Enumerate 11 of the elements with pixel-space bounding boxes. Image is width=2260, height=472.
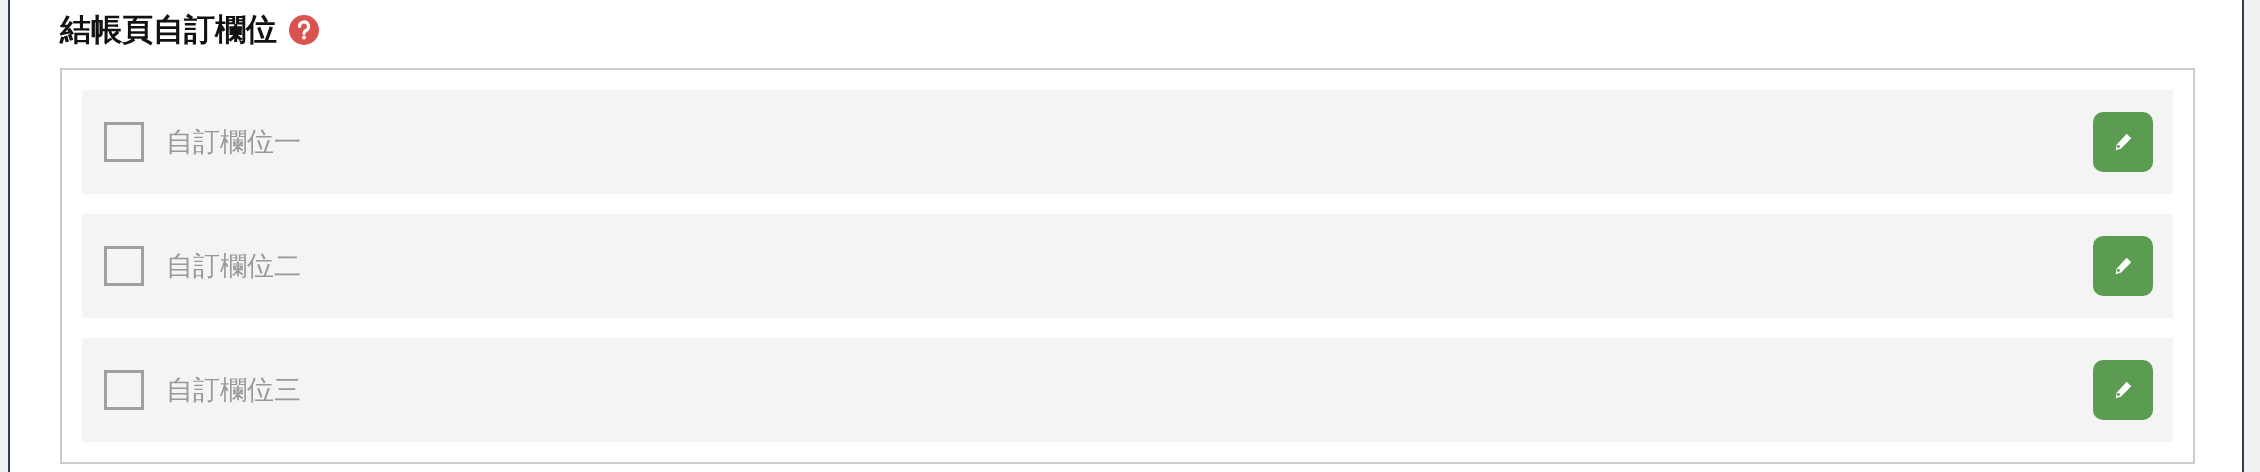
- field-label: 自訂欄位三: [166, 373, 301, 407]
- edit-button[interactable]: [2093, 236, 2153, 296]
- edit-button[interactable]: [2093, 360, 2153, 420]
- edit-button[interactable]: [2093, 112, 2153, 172]
- field-label: 自訂欄位二: [166, 249, 301, 283]
- section-title: 結帳頁自訂欄位: [60, 10, 277, 49]
- checkbox[interactable]: [104, 370, 144, 410]
- checkbox[interactable]: [104, 122, 144, 162]
- help-icon[interactable]: [289, 15, 319, 45]
- field-label: 自訂欄位一: [166, 125, 301, 159]
- checkbox[interactable]: [104, 246, 144, 286]
